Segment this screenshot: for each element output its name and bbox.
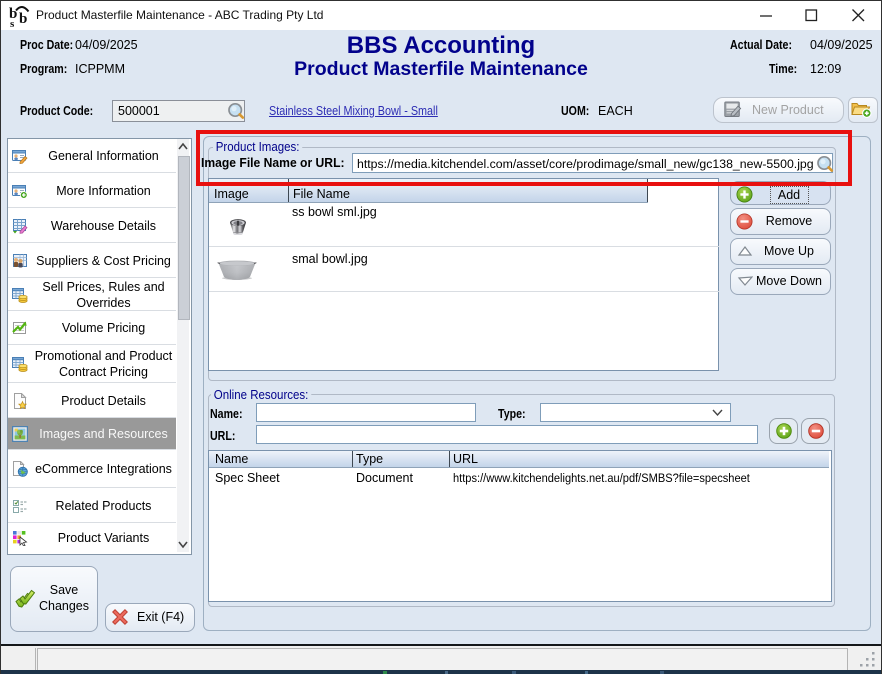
svg-text:s: s [10, 18, 15, 28]
svg-text:b: b [19, 11, 27, 27]
